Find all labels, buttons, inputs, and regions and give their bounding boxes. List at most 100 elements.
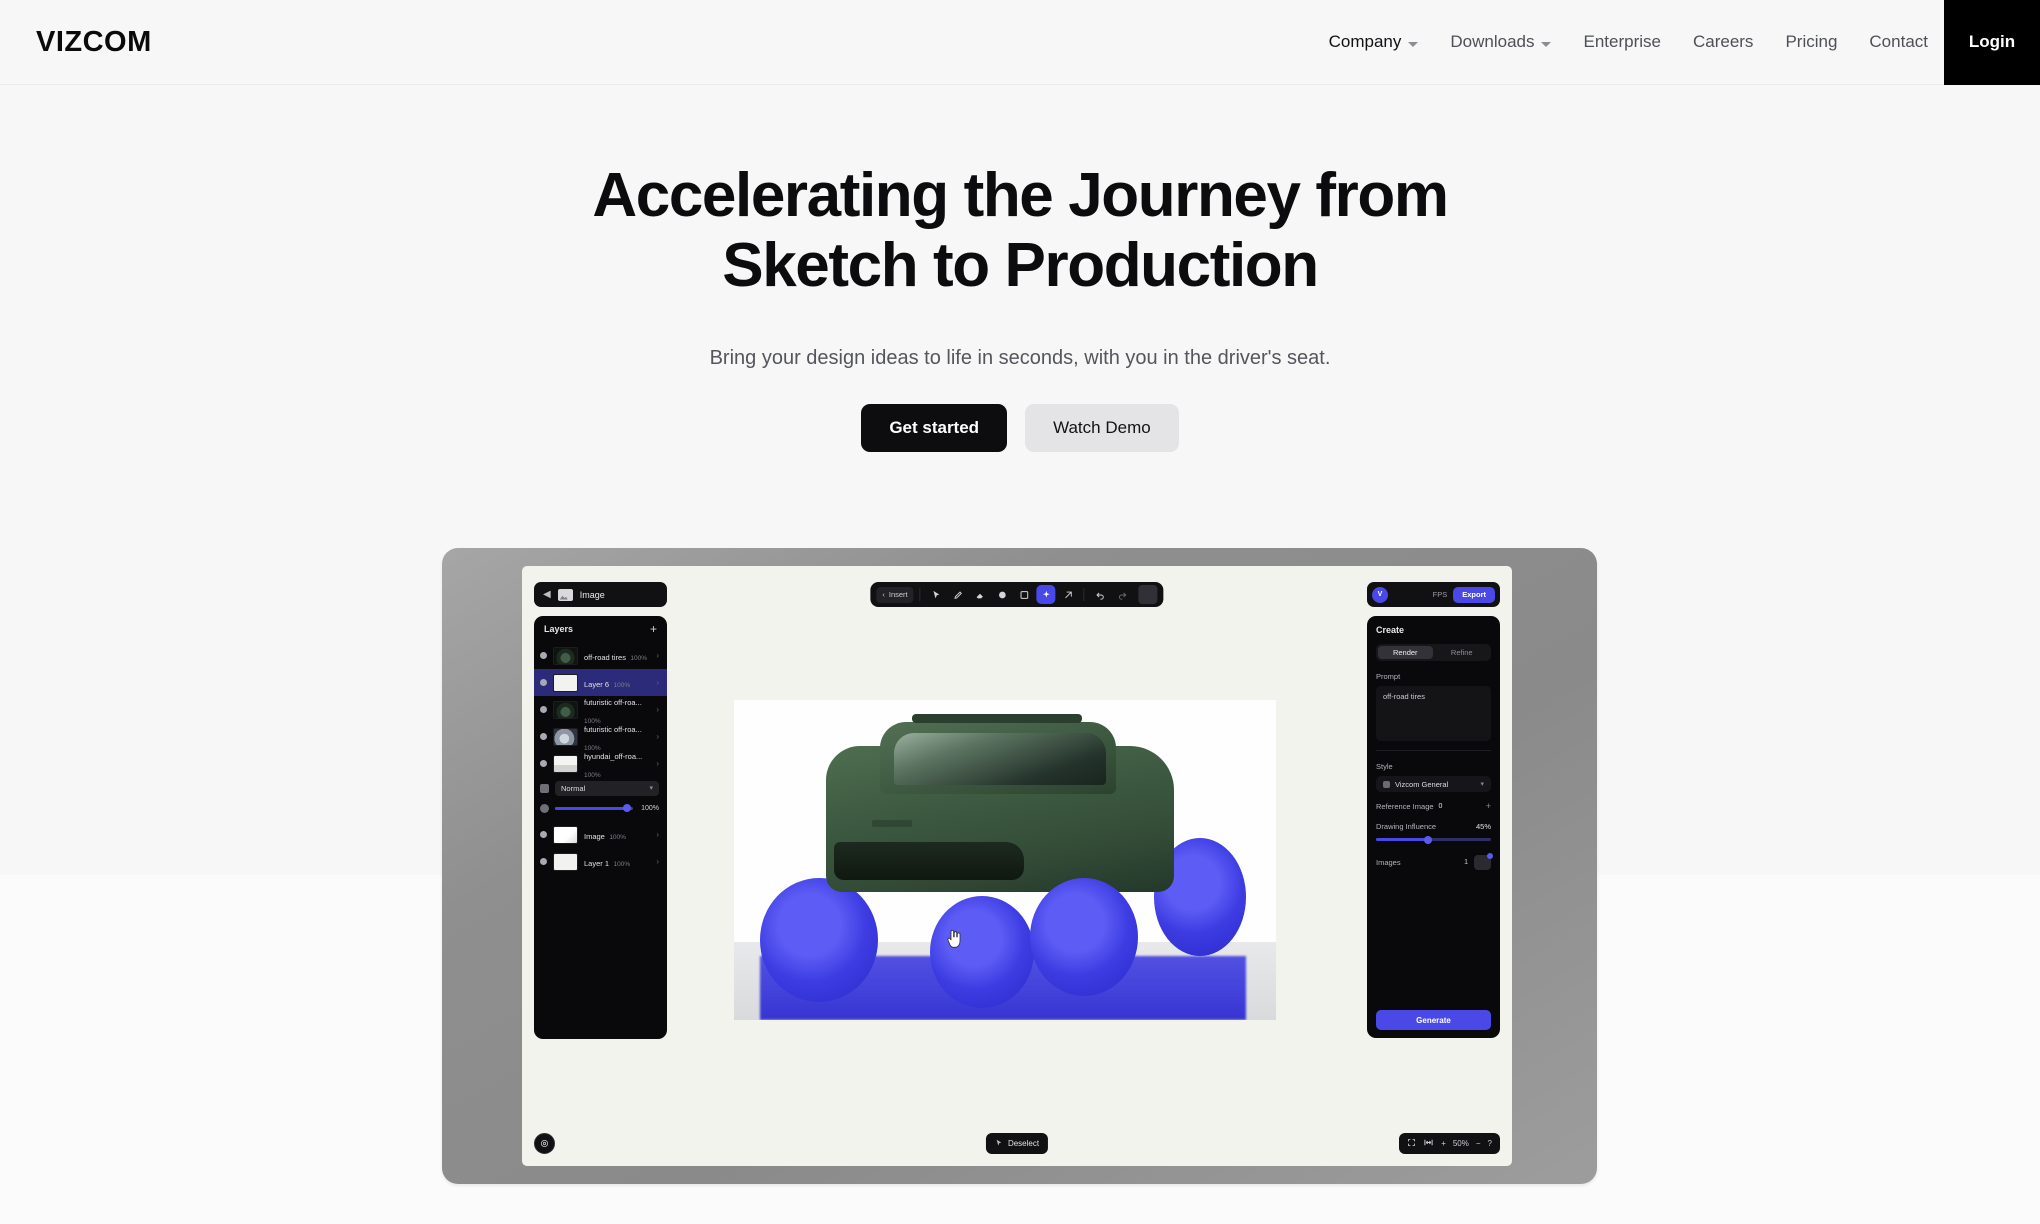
add-layer-icon[interactable]: + bbox=[650, 623, 657, 635]
vizcom-logo[interactable]: VIZCOM bbox=[36, 26, 152, 59]
redo-icon[interactable] bbox=[1113, 585, 1132, 604]
insert-button[interactable]: ‹ Insert bbox=[876, 586, 914, 603]
settings-button[interactable] bbox=[534, 1133, 555, 1154]
layer-text: Layer 1 100% bbox=[584, 853, 650, 871]
layer-thumbnail bbox=[553, 754, 578, 773]
back-arrow-icon: ‹ bbox=[882, 590, 885, 599]
tab-render[interactable]: Render bbox=[1378, 646, 1433, 659]
artwork-wheel-front-right bbox=[930, 896, 1034, 1008]
pan-icon[interactable] bbox=[1423, 1138, 1434, 1149]
list-item[interactable]: Image 100% › bbox=[534, 821, 667, 848]
select-cursor-icon[interactable] bbox=[927, 585, 946, 604]
layer-more-icon[interactable]: › bbox=[656, 857, 659, 866]
opacity-row: 100% bbox=[534, 799, 667, 821]
visibility-eye-icon[interactable] bbox=[540, 733, 547, 740]
blend-mode-select[interactable]: Normal ▾ bbox=[555, 780, 659, 796]
images-row: Images 1 bbox=[1376, 853, 1493, 870]
nav-item-enterprise[interactable]: Enterprise bbox=[1567, 0, 1676, 85]
visibility-eye-icon[interactable] bbox=[540, 858, 547, 865]
layer-more-icon[interactable]: › bbox=[656, 759, 659, 768]
layer-opacity: 100% bbox=[613, 681, 631, 689]
blend-mode-value: Normal bbox=[561, 783, 586, 793]
layer-opacity: 100% bbox=[609, 833, 626, 841]
nav-item-contact[interactable]: Contact bbox=[1853, 0, 1944, 85]
deselect-button[interactable]: Deselect bbox=[985, 1133, 1049, 1154]
layer-opacity: 100% bbox=[630, 654, 648, 662]
artwork-hood-badge bbox=[872, 820, 912, 827]
layer-more-icon[interactable]: › bbox=[656, 651, 659, 660]
nav-item-careers[interactable]: Careers bbox=[1677, 0, 1769, 85]
list-item[interactable]: Layer 1 100% › bbox=[534, 848, 667, 875]
visibility-eye-icon[interactable] bbox=[540, 679, 547, 686]
get-started-button[interactable]: Get started bbox=[861, 404, 1008, 453]
drawing-influence-label: Drawing Influence bbox=[1376, 822, 1437, 831]
nav-item-downloads[interactable]: Downloads bbox=[1434, 0, 1567, 85]
layer-name: hyundai_off-roa... bbox=[584, 751, 643, 761]
watch-demo-button[interactable]: Watch Demo bbox=[1025, 404, 1179, 453]
mask-icon[interactable] bbox=[1059, 585, 1078, 604]
document-tag-label: Image bbox=[579, 589, 605, 600]
artwork-wheel-rear-left bbox=[1030, 878, 1138, 996]
layer-name: Layer 6 bbox=[584, 679, 610, 689]
eraser-icon[interactable] bbox=[971, 585, 990, 604]
canvas-toolbar: ‹ Insert bbox=[870, 582, 1164, 607]
tab-refine[interactable]: Refine bbox=[1435, 646, 1490, 659]
images-label: Images bbox=[1376, 858, 1401, 867]
reference-image-row[interactable]: Reference Image 0 + bbox=[1376, 802, 1491, 812]
layer-more-icon[interactable]: › bbox=[656, 830, 659, 839]
visibility-eye-icon[interactable] bbox=[540, 706, 547, 713]
prompt-input[interactable]: off-road tires bbox=[1376, 686, 1491, 741]
drawing-influence-value: 45% bbox=[1475, 822, 1491, 831]
canvas-artwork[interactable] bbox=[734, 700, 1276, 1020]
layer-thumbnail bbox=[553, 825, 578, 844]
image-status-dot-icon bbox=[1487, 853, 1493, 859]
drawing-influence-slider[interactable] bbox=[1376, 835, 1491, 844]
pen-icon[interactable] bbox=[949, 585, 968, 604]
top-navigation-bar: VIZCOM Company Downloads Enterprise Care… bbox=[0, 0, 2040, 85]
layer-thumbnail bbox=[553, 673, 578, 692]
undo-icon[interactable] bbox=[1091, 585, 1110, 604]
style-label: Style bbox=[1376, 762, 1393, 771]
drawing-influence-slider-knob[interactable] bbox=[1423, 835, 1432, 844]
login-button[interactable]: Login bbox=[1944, 0, 2040, 85]
visibility-eye-icon[interactable] bbox=[540, 831, 547, 838]
toolbar-divider bbox=[1083, 588, 1085, 601]
layer-more-icon[interactable]: › bbox=[656, 705, 659, 714]
images-count: 1 bbox=[1464, 859, 1468, 866]
layer-text: off-road tires 100% bbox=[584, 647, 650, 665]
artwork-wheel-front-left bbox=[760, 878, 878, 1002]
hero-title-line-1: Accelerating the Journey from bbox=[592, 161, 1449, 230]
layer-more-icon[interactable]: › bbox=[656, 732, 659, 741]
drawing-influence-slider-fill bbox=[1376, 838, 1428, 841]
export-button[interactable]: Export bbox=[1453, 586, 1495, 603]
help-icon[interactable]: ? bbox=[1488, 1139, 1492, 1148]
nav-item-pricing[interactable]: Pricing bbox=[1769, 0, 1853, 85]
list-item[interactable]: off-road tires 100% › bbox=[534, 642, 667, 669]
avatar[interactable]: V bbox=[1372, 586, 1388, 603]
frame-icon[interactable] bbox=[1015, 585, 1034, 604]
nav-item-downloads-label: Downloads bbox=[1450, 32, 1535, 51]
list-item[interactable]: hyundai_off-roa... 100% › bbox=[534, 750, 667, 779]
shape-icon[interactable] bbox=[993, 585, 1012, 604]
fit-to-screen-icon[interactable] bbox=[1407, 1138, 1416, 1149]
add-reference-image-icon[interactable]: + bbox=[1486, 802, 1491, 811]
style-select[interactable]: Vizcom General ▾ bbox=[1376, 776, 1491, 792]
opacity-slider-knob[interactable] bbox=[622, 804, 631, 812]
generate-button[interactable]: Generate bbox=[1376, 1010, 1491, 1030]
layer-name: futuristic off-roa... bbox=[584, 724, 642, 734]
visibility-eye-icon[interactable] bbox=[540, 652, 547, 659]
deselect-icon bbox=[995, 1139, 1003, 1149]
chevron-down-icon: ▾ bbox=[1480, 781, 1484, 788]
zoom-controls: + 50% − ? bbox=[1399, 1133, 1500, 1154]
visibility-eye-icon[interactable] bbox=[540, 760, 547, 767]
zoom-out-icon[interactable]: − bbox=[1476, 1139, 1481, 1148]
opacity-slider[interactable] bbox=[555, 804, 633, 812]
zoom-in-icon[interactable]: + bbox=[1441, 1139, 1446, 1148]
layer-more-icon[interactable]: › bbox=[656, 678, 659, 687]
magic-wand-icon[interactable] bbox=[1036, 585, 1056, 604]
toolbar-overflow-button[interactable] bbox=[1138, 585, 1158, 604]
nav-item-company[interactable]: Company bbox=[1313, 0, 1435, 85]
document-tag[interactable]: ◀ Image bbox=[534, 582, 667, 607]
back-arrow-icon[interactable]: ◀ bbox=[543, 589, 551, 600]
image-thumbnail[interactable] bbox=[1474, 853, 1493, 870]
